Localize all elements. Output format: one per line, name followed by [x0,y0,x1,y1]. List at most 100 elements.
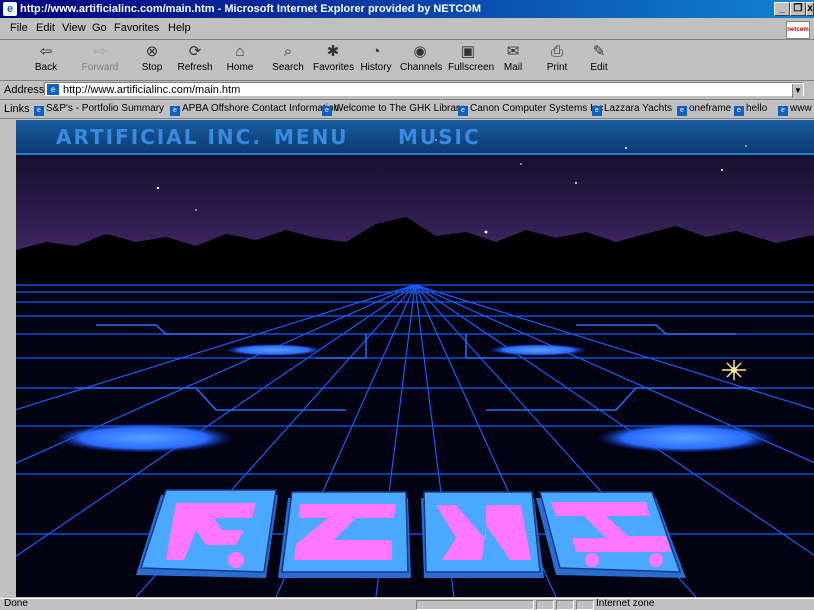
search-button[interactable]: ⌕ Search [268,42,308,78]
edit-label: Edit [590,62,608,73]
link-item[interactable]: e APBA Offshore Contact Information [170,103,339,116]
restore-icon[interactable]: ❐ [790,2,806,16]
link-label: Canon Computer Systems Inc [470,103,604,114]
back-button[interactable]: ⇦ Back [26,42,66,78]
page-icon: e [170,106,180,116]
nav-music[interactable]: MUSIC [398,125,481,149]
edit-button[interactable]: ✎ Edit [579,42,619,78]
refresh-button[interactable]: ⟳ Refresh [175,42,215,78]
print-icon: ⎙ [550,43,563,60]
mail-label: Mail [503,62,523,73]
link-label: hello [746,103,768,114]
fullscreen-icon: ▣ [460,43,476,60]
channels-label: Channels [400,62,443,73]
page-icon: e [322,106,332,116]
menu-edit[interactable]: Edit [36,22,55,34]
fullscreen-button[interactable]: ▣ Fullscreen [448,42,495,78]
menu-file[interactable]: File [10,22,28,34]
minimize-icon[interactable]: _ [774,2,790,16]
address-input[interactable]: e http://www.artificialinc.com/main.htm … [44,82,804,98]
menu-go[interactable]: Go [92,22,107,34]
search-label: Search [272,62,304,73]
link-item[interactable]: e Canon Computer Systems Inc [458,103,603,116]
nav-artificial-inc[interactable]: ARTIFICIAL INC. [56,125,262,149]
link-label: www [790,103,812,114]
status-bar: Done Internet zone [0,598,814,610]
channels-icon: ◉ [413,43,427,60]
page-icon: e [734,106,744,116]
forward-label: Forward [81,62,119,73]
menu-view[interactable]: View [62,22,86,34]
link-item[interactable]: e S&P's - Portfolio Summary [34,103,164,116]
forward-button[interactable]: ⇨ Forward [80,42,120,78]
menu-help[interactable]: Help [168,22,191,34]
search-icon: ⌕ [283,43,293,60]
glow-pad-left [224,344,324,356]
home-icon: ⌂ [235,43,245,60]
window-title: http://www.artificialinc.com/main.htm - … [20,3,482,15]
window-title-bar[interactable]: e http://www.artificialinc.com/main.htm … [0,0,814,18]
mail-button[interactable]: ✉ Mail [493,42,533,78]
refresh-icon: ⟳ [188,43,202,60]
favorites-icon: ✱ [326,43,340,60]
tile-3-button[interactable] [421,491,544,578]
history-label: History [360,62,392,73]
print-label: Print [546,62,568,73]
home-label: Home [226,62,254,73]
history-icon: ◔ [371,43,381,60]
page-icon: e [592,106,602,116]
nav-menu[interactable]: MENU [274,125,349,149]
address-label: Address [4,84,45,96]
favorites-button[interactable]: ✱ Favorites [313,42,355,78]
link-label: Lazzara Yachts [604,103,673,114]
link-item[interactable]: e Welcome to The GHK Library [322,103,464,116]
page-icon: e [677,106,687,116]
back-label: Back [34,62,58,73]
status-text: Done [4,598,28,609]
channels-button[interactable]: ◉ Channels [400,42,443,78]
standard-toolbar: ⇦ Back ⇨ Forward ⊗ Stop ⟳ Refresh ⌂ Home… [0,40,814,81]
stop-button[interactable]: ⊗ Stop [132,42,172,78]
history-button[interactable]: ◔ History [356,42,396,78]
security-zone: Internet zone [596,598,655,609]
link-item[interactable]: e www [778,103,812,116]
print-button[interactable]: ⎙ Print [537,42,577,78]
link-item[interactable]: e oneframe [677,103,731,116]
address-bar: Address e http://www.artificialinc.com/m… [0,81,814,100]
edit-icon: ✎ [592,43,606,60]
mail-icon: ✉ [506,43,520,60]
tile-2-button[interactable] [278,491,411,578]
address-dropdown-icon[interactable]: ▼ [792,84,803,98]
link-item[interactable]: e Lazzara Yachts [592,103,672,116]
glow-pad-near-right [596,423,776,453]
favorites-label: Favorites [313,62,355,73]
links-label: Links [4,103,30,115]
page-icon: e [458,106,468,116]
page-icon: e [34,106,44,116]
link-label: APBA Offshore Contact Information [182,103,340,114]
page-icon: e [47,84,59,95]
page-content: ARTIFICIAL INC. MENU MUSIC [16,120,814,597]
scene-canvas: ARTIFICIAL INC. MENU MUSIC [16,120,814,597]
refresh-label: Refresh [177,62,213,73]
link-label: oneframe [689,103,732,114]
ie-page-icon[interactable]: e [3,2,17,16]
close-icon[interactable]: x [806,2,814,16]
address-url: http://www.artificialinc.com/main.htm [63,84,241,96]
netcom-logo: netcom [786,21,810,39]
home-button[interactable]: ⌂ Home [220,42,260,78]
back-arrow-icon: ⇦ [39,43,53,60]
stop-icon: ⊗ [145,43,159,60]
link-label: Welcome to The GHK Library [334,103,465,114]
menu-bar: File Edit View Go Favorites Help netcom [0,19,814,40]
link-item[interactable]: e hello [734,103,767,116]
glow-pad-right [488,344,588,356]
forward-arrow-icon: ⇨ [93,43,107,60]
page-icon: e [778,106,788,116]
links-bar: Links e S&P's - Portfolio Summary e APBA O… [0,100,814,119]
glow-pad-near-left [54,423,234,453]
menu-favorites[interactable]: Favorites [114,22,159,34]
stop-label: Stop [141,62,163,73]
link-label: S&P's - Portfolio Summary [46,103,165,114]
fullscreen-label: Fullscreen [448,62,495,73]
